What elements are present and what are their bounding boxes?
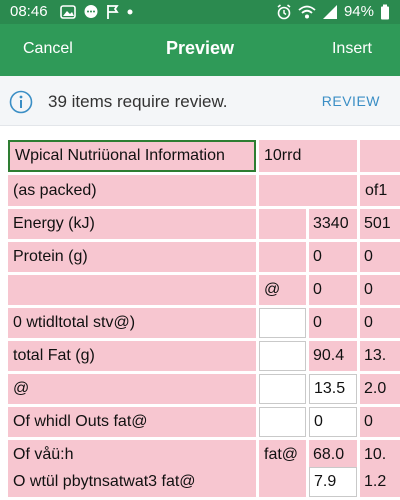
table-cell[interactable]: 3340	[309, 209, 357, 239]
table-cell[interactable]	[259, 242, 306, 272]
battery-icon	[381, 4, 389, 19]
battery-text: 94%	[343, 3, 374, 20]
message-icon	[84, 5, 98, 18]
table-cell[interactable]: 501	[360, 209, 400, 239]
review-banner: 39 items require review. REVIEW	[0, 76, 400, 126]
table-cell[interactable]: of1	[360, 175, 400, 206]
table-cell[interactable]	[360, 140, 400, 172]
table-cell[interactable]: 0	[360, 242, 400, 272]
table-cell[interactable]: Energy (kJ)	[8, 209, 256, 239]
info-icon	[9, 90, 33, 114]
table-cell[interactable]: 90.4	[309, 341, 357, 371]
spreadsheet-preview: Wpical Nutriüonal Information 10rrd (as …	[0, 126, 400, 500]
table-cell[interactable]	[259, 407, 306, 437]
image-icon	[60, 5, 76, 19]
flag-icon	[107, 5, 119, 19]
table-cell[interactable]: 1.2	[360, 467, 400, 497]
table-cell[interactable]: 10.	[360, 440, 400, 470]
table-cell[interactable]	[259, 308, 306, 338]
wifi-icon	[298, 5, 316, 18]
status-time: 08:46	[10, 3, 48, 20]
table-cell[interactable]: 7.9	[309, 467, 357, 497]
dot-icon	[127, 9, 133, 15]
table-cell[interactable]: Wpical Nutriüonal Information	[8, 140, 256, 172]
table-cell[interactable]: 0	[309, 275, 357, 305]
table-cell[interactable]	[8, 275, 256, 305]
table-cell[interactable]: fat@	[259, 440, 306, 470]
review-button[interactable]: REVIEW	[322, 93, 380, 109]
signal-icon	[322, 4, 337, 19]
table-cell[interactable]: O wtül pbytnsatwat3 fat@	[8, 467, 256, 497]
table-cell[interactable]: 13.	[360, 341, 400, 371]
table-cell[interactable]: total Fat (g)	[8, 341, 256, 371]
table-cell[interactable]	[259, 209, 306, 239]
table-cell[interactable]: 68.0	[309, 440, 357, 470]
table-cell[interactable]	[259, 467, 306, 497]
table-cell[interactable]: 0 wtidltotal stv@)	[8, 308, 256, 338]
table-cell[interactable]	[259, 341, 306, 371]
table-cell[interactable]: 0	[360, 308, 400, 338]
table-cell[interactable]: (as packed)	[8, 175, 256, 206]
table-cell[interactable]	[259, 175, 357, 206]
table-cell[interactable]: 0	[309, 407, 357, 437]
table-cell[interactable]: 0	[309, 242, 357, 272]
table-cell[interactable]: @	[259, 275, 306, 305]
notification-icons	[60, 4, 133, 20]
alarm-icon	[277, 3, 291, 19]
table-cell[interactable]: 0	[309, 308, 357, 338]
status-bar: 08:46 94%	[0, 0, 400, 24]
table-cell[interactable]: 0	[360, 275, 400, 305]
table-cell[interactable]	[259, 374, 306, 404]
app-bar: Cancel Preview Insert	[0, 24, 400, 76]
table-cell[interactable]: Protein (g)	[8, 242, 256, 272]
table-cell[interactable]: @	[8, 374, 256, 404]
table-cell[interactable]: 13.5	[309, 374, 357, 404]
table-cell[interactable]: 0	[360, 407, 400, 437]
table-cell[interactable]: Of whidl Outs fat@	[8, 407, 256, 437]
table-cell[interactable]: Of våü:h	[8, 440, 256, 470]
table-cell[interactable]: 10rrd	[259, 140, 357, 172]
table-cell[interactable]: 2.0	[360, 374, 400, 404]
review-message: 39 items require review.	[48, 92, 228, 111]
cancel-button[interactable]: Cancel	[23, 40, 73, 58]
insert-button[interactable]: Insert	[332, 40, 372, 58]
